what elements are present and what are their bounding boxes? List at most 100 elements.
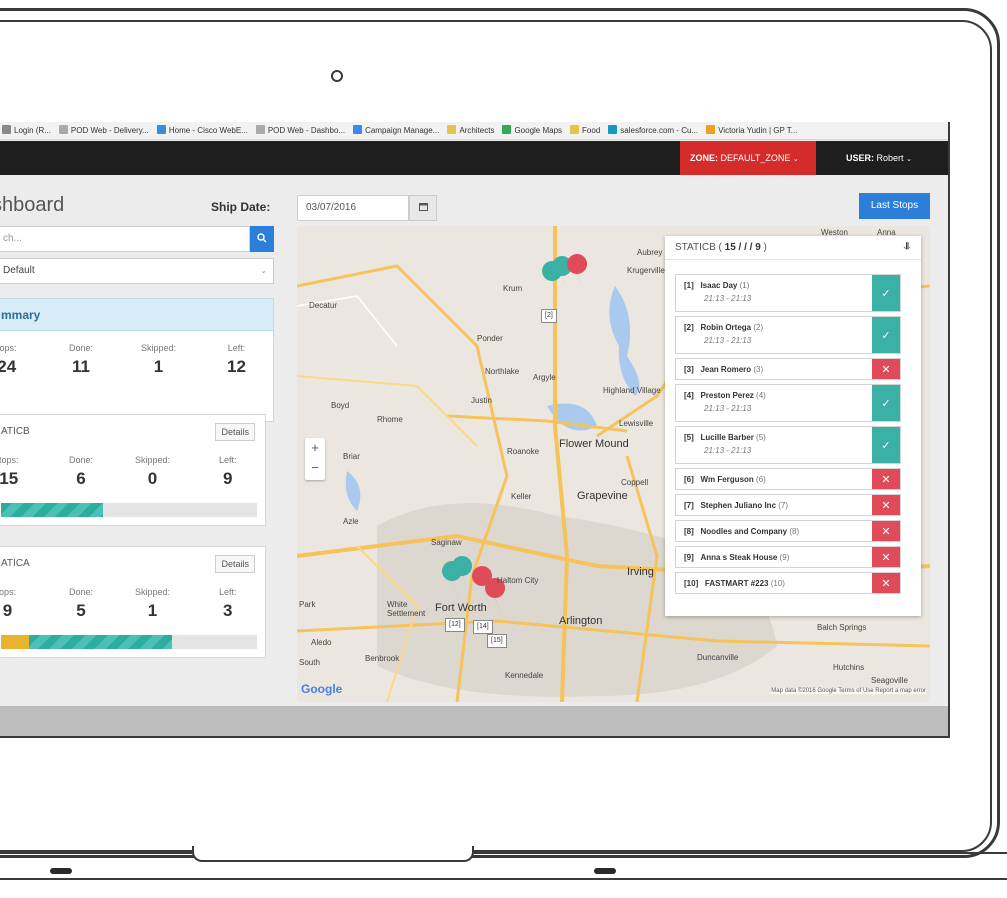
bookmark-item[interactable]: Victoria Yudin | GP T... — [706, 125, 797, 135]
bookmark-item[interactable]: Home - Cisco WebE... — [156, 125, 248, 135]
route-map[interactable]: Decatur Krum Aubrey Krugerville Ponder N… — [297, 226, 930, 702]
route-card: ATICA Details ops: 9 Done: 5 Skipped: 1 … — [0, 546, 266, 658]
stop-row[interactable]: [9] Anna s Steak House (9) ✕ — [675, 546, 901, 568]
zoom-in-button[interactable]: + — [305, 438, 325, 458]
bookmark-icon — [58, 125, 68, 134]
search-icon — [257, 233, 267, 243]
stop-row[interactable]: [7] Stephen Juliano Inc (7) ✕ — [675, 494, 901, 516]
stat-value: 9 — [2, 601, 13, 620]
ship-date-input[interactable]: 03/07/2016 — [297, 195, 409, 221]
map-place-label: Rhome — [377, 415, 403, 424]
stop-name: Robin Ortega — [700, 323, 752, 332]
details-button[interactable]: Details — [215, 423, 255, 441]
map-place-label: Hutchins — [833, 663, 865, 672]
stop-name: Isaac Day — [700, 281, 738, 290]
stat-label: Skipped: — [135, 587, 171, 597]
bookmark-item[interactable]: Campaign Manage... — [353, 125, 439, 135]
bookmark-item[interactable]: POD Web - Dashbo... — [255, 125, 345, 135]
stop-list-panel: STATICB ( 15 / / / 9 ) ⥥ [1] Isaac Day (… — [665, 236, 921, 616]
stop-index: [9] — [684, 553, 694, 562]
bookmark-item[interactable]: Architects — [447, 125, 494, 135]
map-place-label: Keller — [511, 492, 532, 501]
stop-row[interactable]: [10] FASTMART #223 (10) ✕ — [675, 572, 901, 594]
stop-time: 21:13 - 21:13 — [704, 336, 752, 345]
bookmark-icon — [570, 125, 580, 134]
stop-row[interactable]: [1] Isaac Day (1) 21:13 - 21:13 ✓ — [675, 274, 901, 312]
stop-time: 21:13 - 21:13 — [704, 294, 752, 303]
stop-number: (6) — [756, 475, 766, 484]
stop-text: [2] Robin Ortega (2) 21:13 - 21:13 — [684, 323, 763, 345]
user-menu[interactable]: USER: Robert ⌄ — [846, 141, 912, 175]
stat-value: 15 — [0, 469, 19, 488]
bookmark-icon — [502, 125, 512, 134]
browser-screen: Login (R... POD Web - Delivery... Home - C… — [0, 122, 950, 738]
search-button[interactable] — [250, 226, 274, 252]
map-credit[interactable]: Map data ©2016 Google Terms of Use Repor… — [771, 688, 926, 694]
map-place-label: Boyd — [331, 401, 350, 410]
map-place-label: Seagoville — [871, 676, 908, 685]
stop-text: [6] Wm Ferguson (6) — [684, 475, 766, 484]
summary-card: mmary tops: 24 Done: 11 Skipped: 1 Left:… — [0, 298, 274, 422]
stat-label: tops: — [0, 343, 17, 353]
stop-row[interactable]: [4] Preston Perez (4) 21:13 - 21:13 ✓ — [675, 384, 901, 422]
marker-label[interactable]: [15] — [487, 634, 507, 648]
stop-text: [1] Isaac Day (1) 21:13 - 21:13 — [684, 281, 751, 303]
stat-label: Skipped: — [135, 455, 171, 465]
map-place-label: Irving — [627, 566, 654, 578]
map-place-label: Lewisville — [619, 419, 654, 428]
stop-number: (4) — [756, 391, 766, 400]
stop-text: [7] Stephen Juliano Inc (7) — [684, 501, 788, 510]
truck-x-icon: ✕ — [872, 469, 900, 489]
map-place-label: Argyle — [533, 373, 556, 382]
map-place-label: Flower Mound — [559, 438, 629, 450]
stop-row[interactable]: [6] Wm Ferguson (6) ✕ — [675, 468, 901, 490]
stat-value: 0 — [147, 469, 158, 488]
stop-text: [9] Anna s Steak House (9) — [684, 553, 789, 562]
bookmark-icon — [353, 125, 363, 134]
stop-name: Jean Romero — [700, 365, 752, 374]
marker-label[interactable]: [12] — [445, 618, 465, 632]
stop-panel-route: STATICB — [675, 242, 716, 253]
bookmark-item[interactable]: salesforce.com - Cu... — [608, 125, 698, 135]
bookmark-label: Login (R... — [14, 126, 51, 135]
stop-index: [2] — [684, 323, 694, 332]
bookmarks-bar: Login (R... POD Web - Delivery... Home - C… — [0, 122, 948, 140]
bookmark-item[interactable]: POD Web - Delivery... — [58, 125, 149, 135]
stop-number: (8) — [789, 527, 800, 536]
stop-text: [8] Noodles and Company (8) — [684, 527, 799, 536]
summary-stats: tops: 24 Done: 11 Skipped: 1 Left: 12 — [0, 331, 273, 391]
calendar-button[interactable] — [409, 195, 437, 221]
stop-row[interactable]: [8] Noodles and Company (8) ✕ — [675, 520, 901, 542]
user-name: Robert — [876, 153, 904, 163]
map-place-label: Kennedale — [505, 671, 544, 680]
stop-row[interactable]: [2] Robin Ortega (2) 21:13 - 21:13 ✓ — [675, 316, 901, 354]
summary-stat-left: Left: 12 — [227, 343, 246, 377]
marker-label[interactable]: [2] — [541, 309, 557, 323]
details-button[interactable]: Details — [215, 555, 255, 573]
stat-value: 9 — [223, 469, 233, 488]
bookmark-item[interactable]: Google Maps — [502, 125, 562, 135]
map-place-label: Northlake — [485, 367, 520, 376]
route-filter-value: Default — [3, 265, 35, 276]
search-input[interactable]: ch... — [0, 226, 250, 252]
summary-stat-done: Done: 11 — [69, 343, 93, 377]
stat-value: 6 — [76, 469, 86, 488]
stop-row[interactable]: [3] Jean Romero (3) ✕ — [675, 358, 901, 380]
bookmark-item[interactable]: Login (R... — [2, 125, 51, 135]
stop-number: (10) — [770, 579, 785, 588]
bookmark-icon — [447, 125, 457, 134]
stop-name: Lucille Barber — [700, 433, 754, 442]
last-stops-button[interactable]: Last Stops — [859, 193, 930, 219]
stop-row[interactable]: [5] Lucille Barber (5) 21:13 - 21:13 ✓ — [675, 426, 901, 464]
truck-check-icon: ✓ — [872, 385, 900, 421]
bookmark-item[interactable]: Food — [570, 125, 600, 135]
stop-panel-counts: 15 / / / 9 — [724, 242, 761, 253]
route-name: ATICA — [1, 558, 30, 569]
zoom-out-button[interactable]: − — [305, 458, 325, 478]
pin-icon[interactable]: ⥥ — [904, 236, 911, 260]
summary-stat-skipped: Skipped: 1 — [141, 343, 176, 377]
stop-name: Stephen Juliano Inc — [700, 501, 777, 510]
route-filter-select[interactable]: Default ⌄ — [0, 258, 274, 284]
marker-label[interactable]: [14] — [473, 620, 493, 634]
zone-selector[interactable]: ZONE: DEFAULT_ZONE ⌄ — [680, 141, 816, 175]
